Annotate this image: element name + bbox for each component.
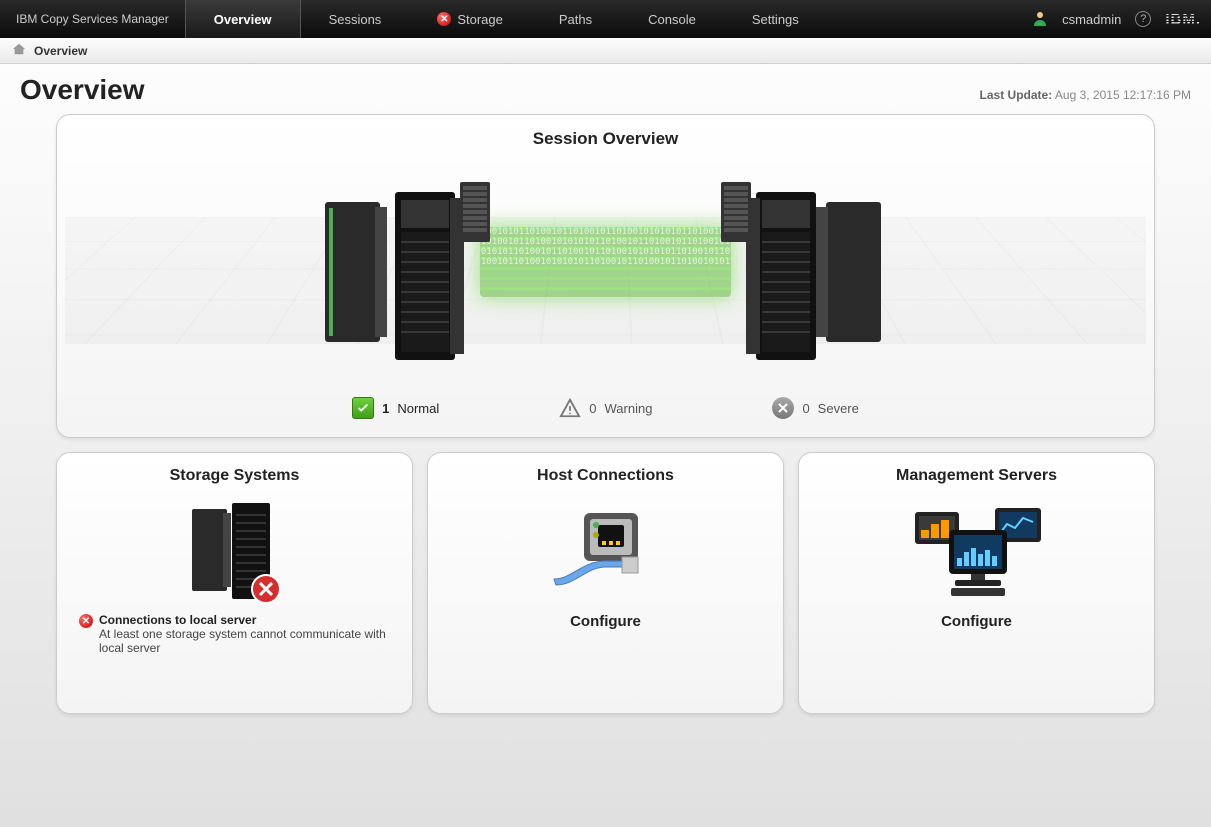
- storage-systems-card: Storage Systems: [56, 452, 413, 714]
- nav-console[interactable]: Console: [620, 0, 724, 38]
- normal-label: Normal: [397, 401, 439, 416]
- ibm-logo: IBM.: [1165, 11, 1201, 28]
- nav-paths-label: Paths: [559, 12, 592, 27]
- status-warning[interactable]: 0 Warning: [559, 397, 652, 419]
- brand-label: IBM Copy Services Manager: [0, 0, 185, 38]
- mgmt-configure-link[interactable]: Configure: [817, 613, 1136, 630]
- warning-label: Warning: [605, 401, 653, 416]
- management-servers-illustration: [817, 497, 1136, 607]
- nav-storage[interactable]: ✕ Storage: [409, 0, 531, 38]
- server-rack-right-icon: [716, 172, 896, 367]
- management-servers-title: Management Servers: [817, 467, 1136, 485]
- storage-error-detail: At least one storage system cannot commu…: [99, 627, 386, 655]
- session-overview-title: Session Overview: [75, 129, 1136, 149]
- server-rack-left-icon: [315, 172, 495, 367]
- user-icon: [1032, 10, 1048, 29]
- last-update-label: Last Update:: [980, 88, 1053, 102]
- check-icon: [352, 397, 374, 419]
- nav-console-label: Console: [648, 12, 696, 27]
- host-connections-title: Host Connections: [446, 467, 765, 485]
- warning-icon: [559, 397, 581, 419]
- host-connections-illustration: [446, 497, 765, 607]
- data-stream-graphic: 1001010110100101101001011010010101010110…: [480, 227, 731, 297]
- nav-overview-label: Overview: [214, 12, 272, 27]
- breadcrumb: Overview: [0, 38, 1211, 64]
- last-update: Last Update: Aug 3, 2015 12:17:16 PM: [980, 88, 1191, 102]
- username-label[interactable]: csmadmin: [1062, 12, 1121, 27]
- page-title: Overview: [20, 74, 145, 106]
- host-configure-link[interactable]: Configure: [446, 613, 765, 630]
- severe-count: 0: [802, 401, 809, 416]
- content-area: Overview Last Update: Aug 3, 2015 12:17:…: [0, 64, 1211, 827]
- nav-storage-label: Storage: [457, 12, 503, 27]
- help-icon[interactable]: ?: [1135, 11, 1151, 27]
- home-icon[interactable]: [12, 42, 26, 59]
- session-overview-card: Session Overview 10010101101001011010010…: [56, 114, 1155, 438]
- severe-label: Severe: [818, 401, 859, 416]
- storage-error-message: ✕ Connections to local server At least o…: [75, 613, 394, 655]
- storage-systems-title: Storage Systems: [75, 467, 394, 485]
- normal-count: 1: [382, 401, 389, 416]
- nav-settings[interactable]: Settings: [724, 0, 827, 38]
- status-row: 1 Normal 0 Warning 0 Severe: [75, 397, 1136, 419]
- nav-sessions-label: Sessions: [329, 12, 382, 27]
- storage-error-title: Connections to local server: [99, 613, 256, 627]
- breadcrumb-current: Overview: [34, 44, 87, 58]
- status-normal[interactable]: 1 Normal: [352, 397, 439, 419]
- last-update-value: Aug 3, 2015 12:17:16 PM: [1055, 88, 1191, 102]
- storage-systems-illustration: [75, 497, 394, 607]
- severe-icon: [772, 397, 794, 419]
- error-icon: ✕: [79, 614, 93, 628]
- nav-settings-label: Settings: [752, 12, 799, 27]
- management-servers-card: Management Servers: [798, 452, 1155, 714]
- warning-count: 0: [589, 401, 596, 416]
- nav-paths[interactable]: Paths: [531, 0, 620, 38]
- nav-sessions[interactable]: Sessions: [301, 0, 410, 38]
- nav-overview[interactable]: Overview: [185, 0, 301, 38]
- top-navbar: IBM Copy Services Manager Overview Sessi…: [0, 0, 1211, 38]
- error-icon: ✕: [437, 12, 451, 26]
- session-overview-illustration: 1001010110100101101001011010010101010110…: [65, 157, 1146, 387]
- host-connections-card: Host Connections Configure: [427, 452, 784, 714]
- status-severe[interactable]: 0 Severe: [772, 397, 858, 419]
